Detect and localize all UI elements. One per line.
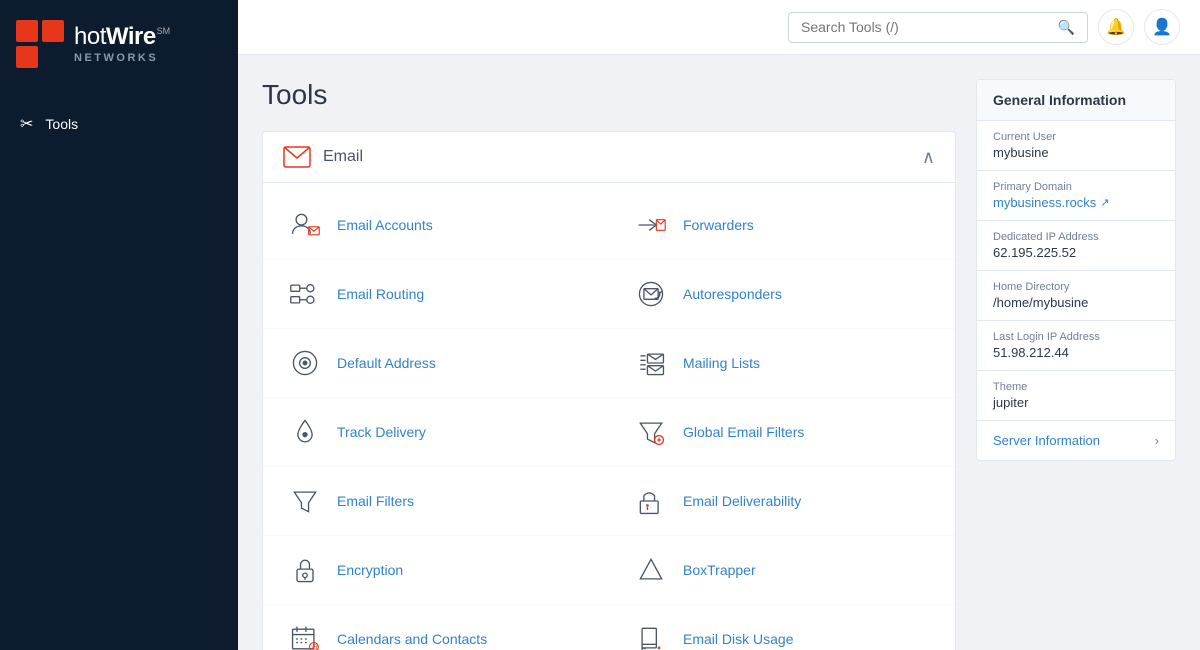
default-address-item[interactable]: Default Address (263, 329, 609, 398)
left-panel: Tools Email ∧ (262, 79, 956, 650)
theme-label: Theme (993, 381, 1159, 393)
current-user-label: Current User (993, 131, 1159, 143)
email-disk-usage-icon (633, 621, 669, 650)
email-filters-item[interactable]: Email Filters (263, 467, 609, 536)
forwarders-icon (633, 207, 669, 243)
logo-networks: NETWORKS (74, 52, 170, 64)
tools-grid: Email Accounts Forwarders (263, 183, 955, 650)
home-directory-value: /home/mybusine (993, 295, 1159, 310)
email-disk-usage-item[interactable]: Email Disk Usage (609, 605, 955, 650)
email-routing-label: Email Routing (337, 286, 424, 302)
email-deliverability-label: Email Deliverability (683, 493, 801, 509)
boxtrapper-item[interactable]: BoxTrapper (609, 536, 955, 605)
email-section-collapse-icon[interactable]: ∧ (922, 147, 935, 168)
email-filters-label: Email Filters (337, 493, 414, 509)
boxtrapper-icon (633, 552, 669, 588)
mailing-lists-item[interactable]: Mailing Lists (609, 329, 955, 398)
email-section-label: Email (323, 148, 363, 166)
email-routing-icon (287, 276, 323, 312)
dedicated-ip-label: Dedicated IP Address (993, 231, 1159, 243)
theme-row: Theme jupiter (977, 371, 1175, 421)
calendars-contacts-icon: @ (287, 621, 323, 650)
email-routing-item[interactable]: Email Routing (263, 260, 609, 329)
main-content: 🔍 🔔 👤 Tools Email (238, 0, 1200, 650)
header: 🔍 🔔 👤 (238, 0, 1200, 55)
forwarders-label: Forwarders (683, 217, 754, 233)
encryption-label: Encryption (337, 562, 403, 578)
global-email-filters-label: Global Email Filters (683, 424, 804, 440)
logo-area: hotWire SM NETWORKS (0, 0, 238, 92)
forwarders-item[interactable]: Forwarders (609, 191, 955, 260)
email-accounts-label: Email Accounts (337, 217, 433, 233)
dedicated-ip-row: Dedicated IP Address 62.195.225.52 (977, 221, 1175, 271)
global-email-filters-item[interactable]: Global Email Filters (609, 398, 955, 467)
calendars-contacts-label: Calendars and Contacts (337, 631, 487, 647)
bell-icon: 🔔 (1106, 17, 1126, 37)
current-user-value: mybusine (993, 145, 1159, 160)
sidebar-item-tools-label: Tools (45, 116, 78, 132)
search-bar[interactable]: 🔍 (788, 12, 1088, 43)
autoresponders-label: Autoresponders (683, 286, 782, 302)
email-card: Email ∧ (262, 131, 956, 650)
autoresponders-icon (633, 276, 669, 312)
logo-icon (16, 20, 64, 68)
encryption-item[interactable]: Encryption (263, 536, 609, 605)
home-directory-row: Home Directory /home/mybusine (977, 271, 1175, 321)
sidebar-item-tools[interactable]: ✂ Tools (0, 102, 238, 146)
notifications-button[interactable]: 🔔 (1098, 9, 1134, 45)
content-area: Tools Email ∧ (238, 55, 1200, 650)
chevron-right-icon: › (1155, 433, 1159, 448)
encryption-icon (287, 552, 323, 588)
track-delivery-item[interactable]: Track Delivery (263, 398, 609, 467)
search-input[interactable] (801, 19, 1050, 35)
global-email-filters-icon (633, 414, 669, 450)
sidebar-nav: ✂ Tools (0, 92, 238, 156)
general-info-card: General Information Current User mybusin… (976, 79, 1176, 461)
default-address-label: Default Address (337, 355, 436, 371)
last-login-label: Last Login IP Address (993, 331, 1159, 343)
logo-sm: SM (157, 27, 171, 37)
mailing-lists-icon (633, 345, 669, 381)
email-accounts-icon (287, 207, 323, 243)
tools-icon: ✂ (20, 114, 33, 134)
general-info-title: General Information (977, 80, 1175, 121)
current-user-row: Current User mybusine (977, 121, 1175, 171)
email-filters-icon (287, 483, 323, 519)
user-menu-button[interactable]: 👤 (1144, 9, 1180, 45)
theme-value: jupiter (993, 395, 1159, 410)
server-info-label: Server Information (993, 433, 1100, 448)
logo-hot: hotWire (74, 24, 156, 50)
primary-domain-row: Primary Domain mybusiness.rocks ↗ (977, 171, 1175, 221)
external-link-icon: ↗ (1100, 196, 1109, 209)
page-title: Tools (262, 79, 956, 111)
track-delivery-icon (287, 414, 323, 450)
boxtrapper-label: BoxTrapper (683, 562, 756, 578)
default-address-icon (287, 345, 323, 381)
primary-domain-value[interactable]: mybusiness.rocks ↗ (993, 195, 1159, 210)
home-directory-label: Home Directory (993, 281, 1159, 293)
track-delivery-label: Track Delivery (337, 424, 426, 440)
email-section-icon (283, 146, 311, 168)
server-info-row[interactable]: Server Information › (977, 421, 1175, 460)
dedicated-ip-value: 62.195.225.52 (993, 245, 1159, 260)
email-deliverability-item[interactable]: Email Deliverability (609, 467, 955, 536)
email-accounts-item[interactable]: Email Accounts (263, 191, 609, 260)
last-login-value: 51.98.212.44 (993, 345, 1159, 360)
logo-text: hotWire SM NETWORKS (74, 24, 170, 63)
calendars-contacts-item[interactable]: @ Calendars and Contacts (263, 605, 609, 650)
user-icon: 👤 (1152, 17, 1172, 37)
primary-domain-label: Primary Domain (993, 181, 1159, 193)
autoresponders-item[interactable]: Autoresponders (609, 260, 955, 329)
right-panel: General Information Current User mybusin… (976, 79, 1176, 461)
mailing-lists-label: Mailing Lists (683, 355, 760, 371)
search-icon: 🔍 (1058, 19, 1075, 36)
email-disk-usage-label: Email Disk Usage (683, 631, 793, 647)
email-deliverability-icon (633, 483, 669, 519)
last-login-row: Last Login IP Address 51.98.212.44 (977, 321, 1175, 371)
email-section-header: Email ∧ (263, 132, 955, 183)
sidebar: hotWire SM NETWORKS ✂ Tools (0, 0, 238, 650)
svg-text:@: @ (312, 644, 319, 650)
